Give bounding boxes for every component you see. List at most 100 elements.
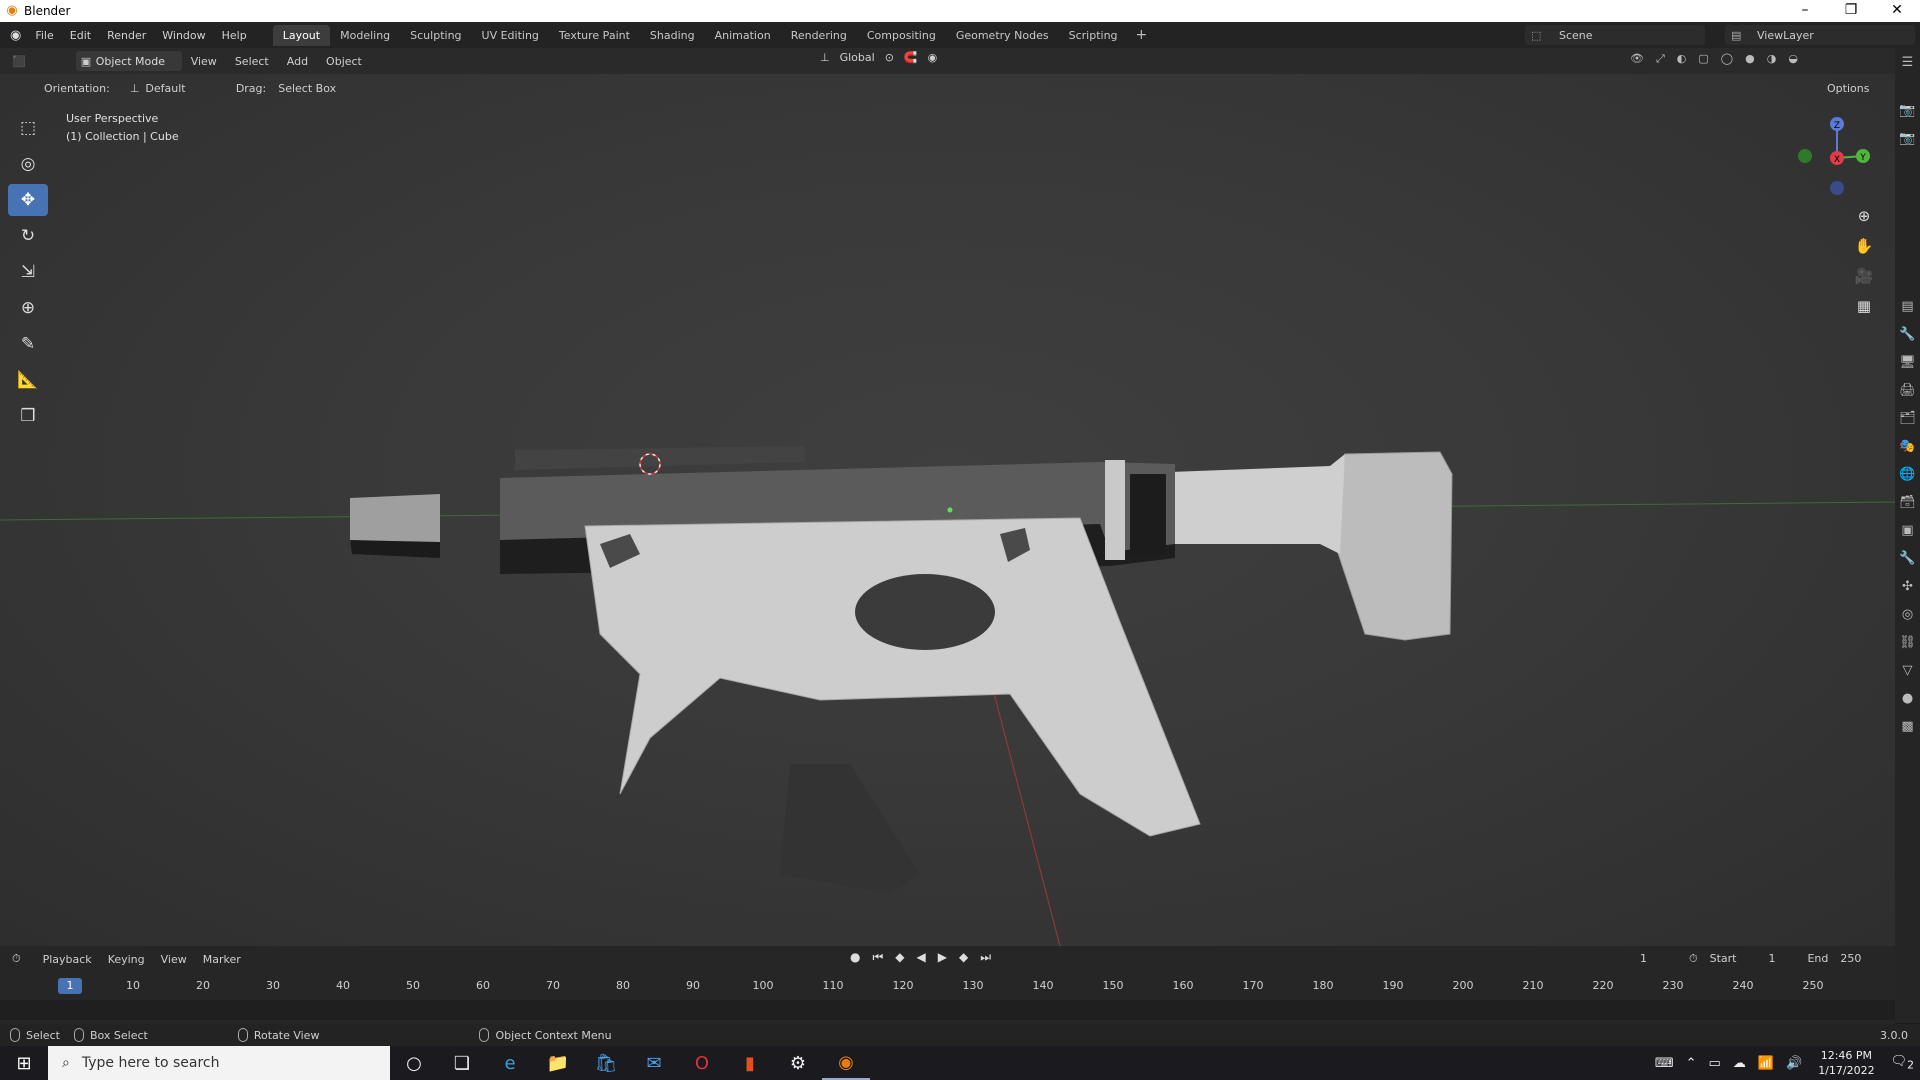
navigation-gizmo[interactable]: Z Y X <box>1790 112 1880 202</box>
render-camera-icon[interactable]: 📷 <box>1895 124 1920 152</box>
wireframe-shading-icon[interactable]: ◯ <box>1721 52 1733 66</box>
minimize-button[interactable]: – <box>1782 0 1828 22</box>
overlays-icon[interactable]: ◐ <box>1677 52 1687 66</box>
volume-icon[interactable]: 🔊 <box>1780 1056 1808 1071</box>
blender-taskbar-icon[interactable]: ◉ <box>822 1046 870 1080</box>
cursor-icon[interactable]: ◎ <box>8 148 48 180</box>
options-dropdown[interactable]: Options <box>1827 82 1869 95</box>
mode-selector[interactable]: ▣ Object Mode <box>75 51 182 71</box>
windows-start-icon[interactable]: ⊞ <box>0 1053 48 1074</box>
transform-icon[interactable]: ⊕ <box>8 292 48 324</box>
menu-timeline-view[interactable]: View <box>153 953 195 966</box>
tab-texture-paint[interactable]: Texture Paint <box>549 25 640 46</box>
scale-icon[interactable]: ⇲ <box>8 256 48 288</box>
visibility-icon[interactable]: 👁 <box>1630 52 1644 66</box>
timeline-editor-type-icon[interactable]: ⏱ <box>12 952 21 966</box>
annotate-icon[interactable]: ✎ <box>8 328 48 360</box>
render-properties-icon[interactable]: 🖥 <box>1895 348 1920 376</box>
next-keyframe-icon[interactable]: ◆ <box>959 950 968 965</box>
collection-properties-icon[interactable]: 🗃 <box>1895 488 1920 516</box>
add-workspace-button[interactable]: + <box>1128 27 1156 43</box>
tab-shading[interactable]: Shading <box>640 25 705 46</box>
blender-menu-icon[interactable]: ◉ <box>10 28 21 43</box>
prev-keyframe-icon[interactable]: ◆ <box>895 950 904 965</box>
menu-file[interactable]: File <box>27 29 61 42</box>
pan-hand-icon[interactable]: ✋ <box>1850 232 1878 260</box>
menu-marker[interactable]: Marker <box>195 953 249 966</box>
menu-select[interactable]: Select <box>226 55 278 68</box>
opera-icon[interactable]: O <box>678 1046 726 1080</box>
tab-rendering[interactable]: Rendering <box>781 25 857 46</box>
menu-edit[interactable]: Edit <box>62 29 99 42</box>
end-field[interactable]: 250 <box>1840 952 1861 966</box>
particles-properties-icon[interactable]: ✣ <box>1895 572 1920 600</box>
menu-add[interactable]: Add <box>278 55 317 68</box>
tab-sculpting[interactable]: Sculpting <box>400 25 471 46</box>
snap-icon[interactable]: 🧲 <box>904 51 918 64</box>
ortho-grid-icon[interactable]: ▦ <box>1850 292 1878 320</box>
menu-render[interactable]: Render <box>99 29 154 42</box>
maximize-button[interactable]: ❐ <box>1828 0 1874 22</box>
menu-view[interactable]: View <box>182 55 226 68</box>
material-properties-icon[interactable]: ● <box>1895 684 1920 712</box>
data-properties-icon[interactable]: ▽ <box>1895 656 1920 684</box>
select-box-icon[interactable]: ⬚ <box>8 112 48 144</box>
tab-animation[interactable]: Animation <box>705 25 781 46</box>
editor-type-icon[interactable]: ⬛ <box>12 55 26 68</box>
add-cube-icon[interactable]: ❒ <box>8 400 48 432</box>
jump-end-icon[interactable]: ⏭ <box>980 950 991 965</box>
tab-scripting[interactable]: Scripting <box>1059 25 1128 46</box>
play-reverse-icon[interactable]: ◀ <box>917 950 926 965</box>
rendered-shading-icon[interactable]: ◒ <box>1788 52 1798 66</box>
taskbar-clock[interactable]: 12:46 PM 1/17/2022 <box>1808 1048 1884 1078</box>
play-icon[interactable]: ▶ <box>938 950 947 965</box>
camera-icon[interactable]: 📷 <box>1895 96 1920 124</box>
wifi-icon[interactable]: 📶 <box>1752 1056 1780 1071</box>
proportional-edit-icon[interactable]: ◉ <box>928 51 938 64</box>
move-icon[interactable]: ✥ <box>8 184 48 216</box>
cortana-icon[interactable]: ○ <box>390 1046 438 1080</box>
timeline-editor[interactable]: ⏱ Playback Keying View Marker ● ⏮ ◆ ◀ ▶ … <box>0 946 1895 1024</box>
jump-start-icon[interactable]: ⏮ <box>872 950 883 965</box>
object-properties-icon[interactable]: ▣ <box>1895 516 1920 544</box>
tray-chevron-icon[interactable]: ⌃ <box>1680 1056 1703 1071</box>
edge-icon[interactable]: e <box>486 1046 534 1080</box>
onedrive-icon[interactable]: ☁ <box>1727 1056 1752 1071</box>
current-frame-field[interactable]: 1 <box>1640 952 1647 966</box>
menu-keying[interactable]: Keying <box>100 953 153 966</box>
tool-properties-icon[interactable]: 🔧 <box>1895 320 1920 348</box>
close-button[interactable]: ✕ <box>1874 0 1920 22</box>
properties-icon[interactable]: ▤ <box>1895 292 1920 320</box>
notifications-icon[interactable]: 🗨2 <box>1885 1054 1920 1072</box>
view-layer-properties-icon[interactable]: 🗂 <box>1895 404 1920 432</box>
orientation-dropdown[interactable]: ⊥ Default <box>130 82 220 95</box>
current-frame-marker[interactable]: 1 <box>58 978 82 994</box>
keyboard-icon[interactable]: ⌨ <box>1649 1056 1680 1071</box>
material-shading-icon[interactable]: ◑ <box>1767 52 1777 66</box>
steam-icon[interactable]: ⚙ <box>774 1046 822 1080</box>
tab-uv-editing[interactable]: UV Editing <box>472 25 549 46</box>
texture-properties-icon[interactable]: ▩ <box>1895 712 1920 740</box>
stopwatch-icon[interactable]: ⏱ <box>1689 952 1698 966</box>
start-field[interactable]: 1 <box>1768 952 1775 966</box>
pivot-icon[interactable]: ⊙ <box>885 51 894 64</box>
view-layer-selector[interactable]: ▤ ViewLayer <box>1725 25 1915 45</box>
tab-layout[interactable]: Layout <box>272 24 331 46</box>
zoom-icon[interactable]: ⊕ <box>1850 202 1878 230</box>
file-explorer-icon[interactable]: 📁 <box>534 1046 582 1080</box>
3d-viewport[interactable]: User Perspective (1) Collection | Cube ⬚… <box>0 74 1895 946</box>
tab-geometry-nodes[interactable]: Geometry Nodes <box>946 25 1059 46</box>
mail-icon[interactable]: ✉ <box>630 1046 678 1080</box>
menu-window[interactable]: Window <box>154 29 213 42</box>
task-view-icon[interactable]: ❏ <box>438 1046 486 1080</box>
timeline-ruler[interactable]: 1 10 20 30 40 50 60 70 80 90 100 110 120 130 140 150 16… <box>0 976 1895 998</box>
rotate-icon[interactable]: ↻ <box>8 220 48 252</box>
battery-icon[interactable]: ▭ <box>1703 1056 1727 1071</box>
constraints-properties-icon[interactable]: ⛓ <box>1895 628 1920 656</box>
scene-properties-icon[interactable]: 🎭 <box>1895 432 1920 460</box>
menu-help[interactable]: Help <box>214 29 255 42</box>
measure-icon[interactable]: 📐 <box>8 364 48 396</box>
outliner-icon[interactable]: ☰ <box>1895 48 1920 76</box>
menu-object[interactable]: Object <box>317 55 371 68</box>
menu-playback[interactable]: Playback <box>35 953 100 966</box>
